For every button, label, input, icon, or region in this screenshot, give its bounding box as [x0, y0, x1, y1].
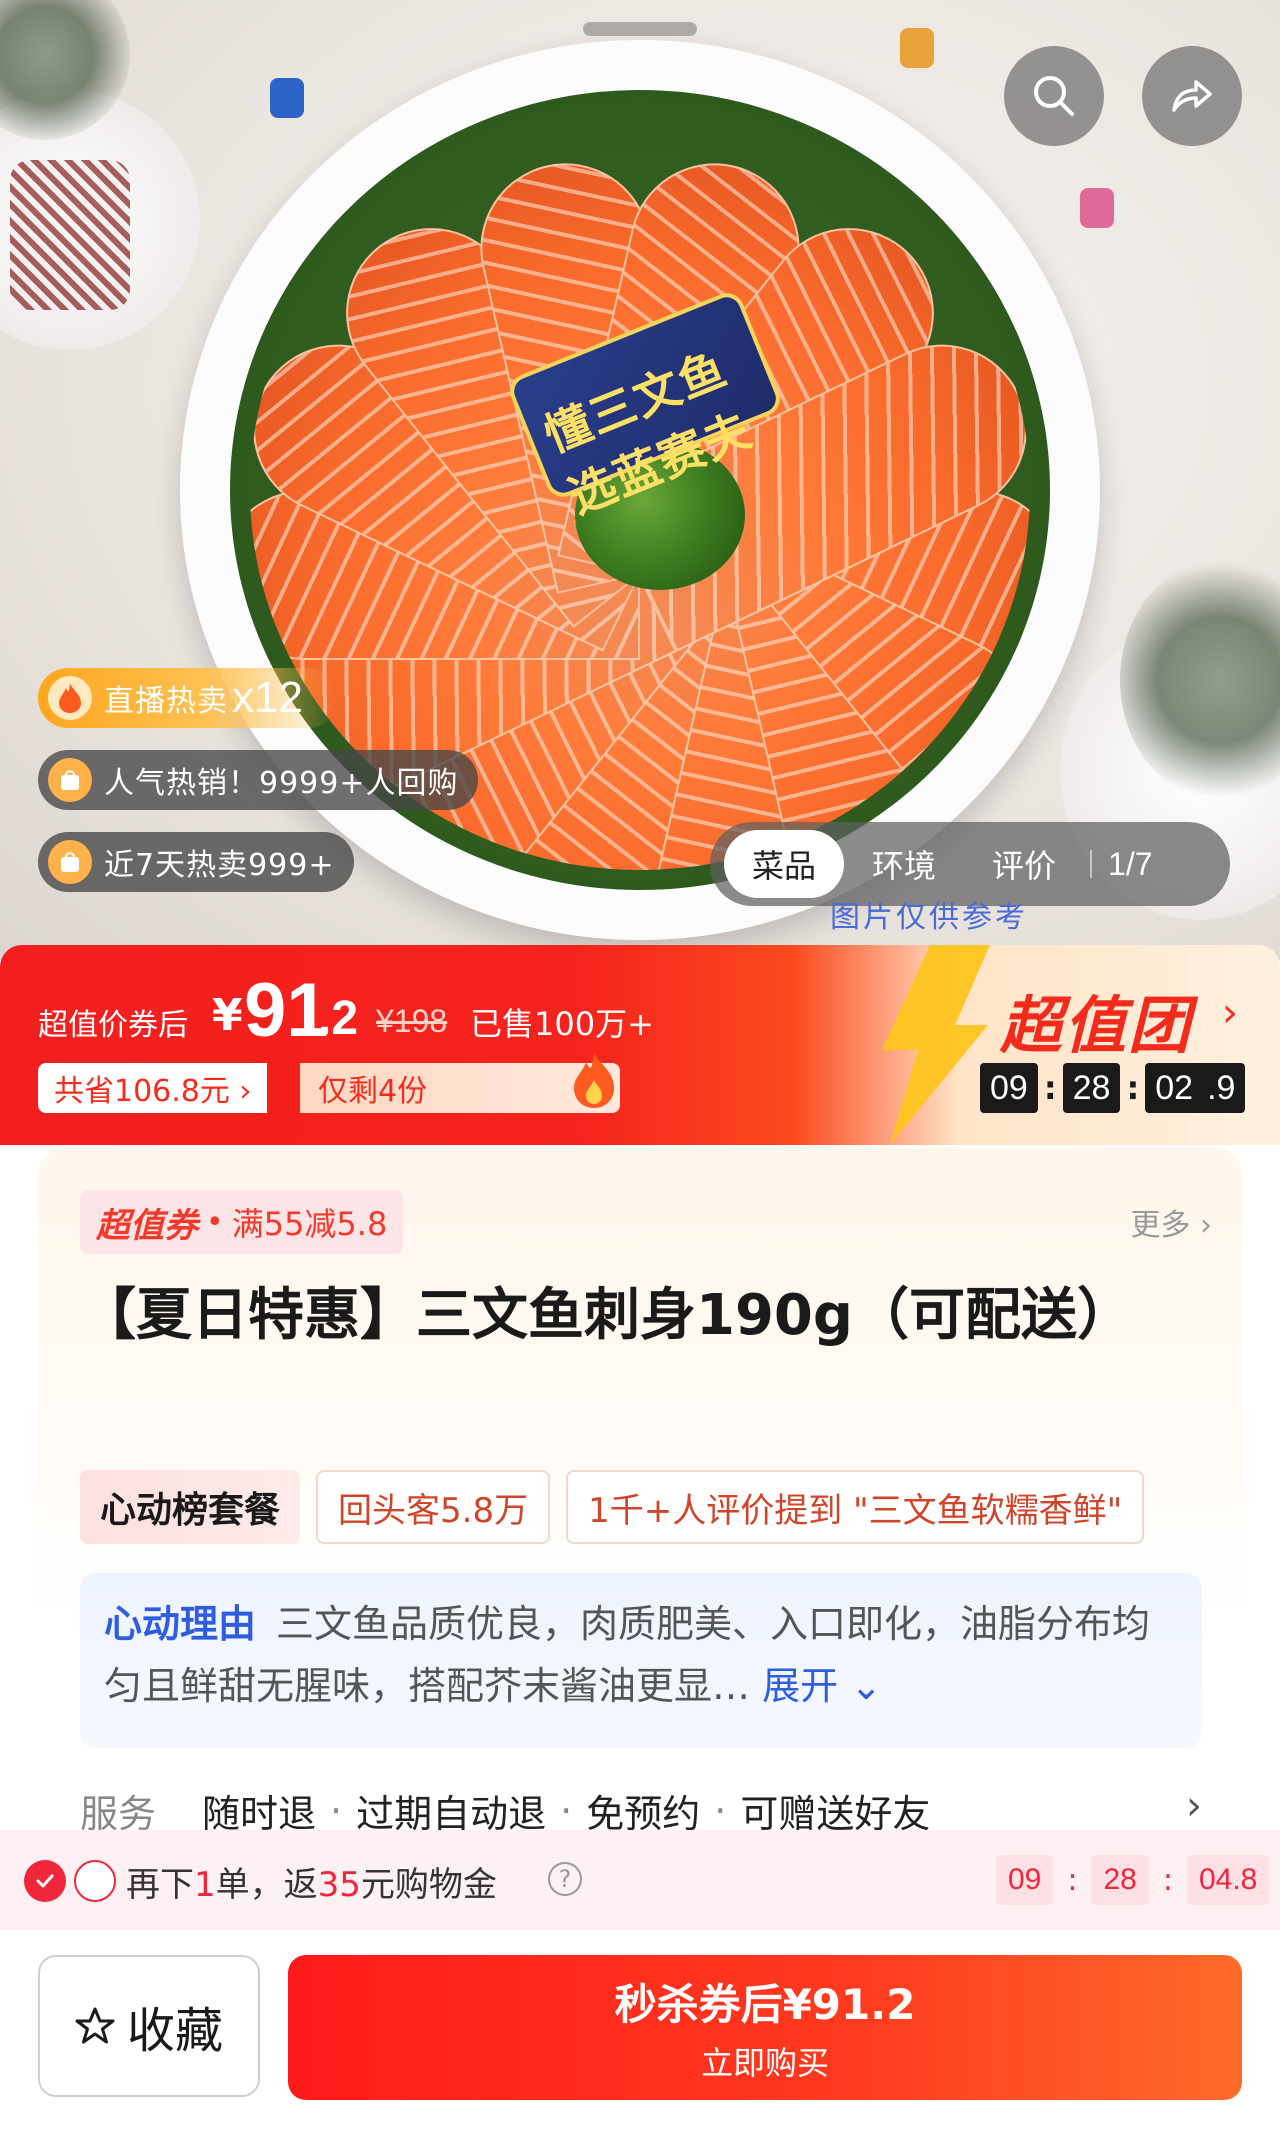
countdown-minutes: 28 — [1091, 1855, 1149, 1905]
reason-box[interactable]: 心动理由 三文鱼品质优良，肉质肥美、入口即化，油脂分布均匀且鲜甜无腥味，搭配芥末酱… — [80, 1573, 1202, 1748]
chevron-right-icon: › — [1186, 1783, 1202, 1829]
countdown-seconds: 02 .9 — [1145, 1063, 1246, 1113]
tab-environment[interactable]: 环境 — [844, 830, 964, 898]
rebate-suffix: 元购物金 — [360, 1865, 497, 1905]
coupon-brand: 超值券 — [96, 1205, 198, 1246]
product-image-gallery[interactable]: 懂三文鱼 选蓝赛夫 直播热卖 x12 人气热销！9999+人回购 近7天热卖99… — [0, 0, 1280, 960]
countdown-separator: : — [1126, 1069, 1140, 1107]
promo-countdown: 09 : 28 : 02 .9 — [980, 1063, 1246, 1113]
shopping-bag-icon — [48, 840, 92, 884]
deal-info-card: 超值券 • 满55减5.8 更多 › 【夏日特惠】三文鱼刺身190g（可配送） … — [38, 1148, 1242, 1836]
tab-dishes[interactable]: 菜品 — [724, 830, 845, 898]
countdown-separator: : — [1162, 1862, 1173, 1898]
chevron-right-icon: › — [1222, 990, 1238, 1036]
currency-symbol: ¥ — [212, 990, 243, 1041]
price-banner: 超值价券后 ¥ 91 .2 ¥198 已售100万+ 共省106.8元 › 仅剩… — [0, 945, 1280, 1145]
watermark — [690, 610, 1020, 680]
check-icon[interactable] — [24, 1860, 66, 1902]
gallery-counter: 1/7 — [1108, 845, 1153, 882]
price-label: 超值价券后 — [38, 1008, 188, 1043]
shopping-bag-icon — [48, 758, 92, 802]
tag-row: 心动榜套餐 回头客5.8万 1千+人评价提到 "三文鱼软糯香鲜" — [80, 1470, 1230, 1544]
expand-link[interactable]: 展开 — [762, 1664, 838, 1708]
countdown-separator: : — [1067, 1862, 1078, 1898]
countdown-hours: 09 — [996, 1855, 1054, 1905]
drag-handle[interactable] — [583, 22, 697, 36]
bottom-action-bar: 收藏 秒杀券后¥91.2 立即购买 — [0, 1930, 1280, 2129]
rebate-amount: 35 — [317, 1865, 361, 1905]
flame-icon — [574, 1052, 614, 1108]
share-icon — [1172, 80, 1212, 112]
unchecked-circle-icon[interactable] — [74, 1860, 116, 1902]
rebate-prefix: 再下 — [126, 1865, 194, 1905]
badge-live-hot: 直播热卖 x12 — [38, 668, 338, 728]
coupon-chip[interactable]: 超值券 • 满55减5.8 — [80, 1190, 404, 1254]
help-icon[interactable]: ? — [548, 1862, 582, 1896]
skier-figure — [270, 78, 304, 118]
favorite-button[interactable]: 收藏 — [38, 1955, 260, 2097]
badge-count: x12 — [232, 673, 303, 722]
buy-now-button[interactable]: 秒杀券后¥91.2 立即购买 — [288, 1955, 1242, 2100]
tab-reviews[interactable]: 评价 — [964, 830, 1084, 898]
coupon-text: 满55减5.8 — [231, 1205, 388, 1243]
price-decimal: .2 — [318, 992, 359, 1045]
reason-label: 心动理由 — [104, 1602, 257, 1646]
product-title: 【夏日特惠】三文鱼刺身190g（可配送） — [80, 1283, 1133, 1348]
rebate-countdown: 09 : 28 : 04.8 — [996, 1855, 1270, 1905]
search-icon — [1034, 76, 1074, 116]
image-disclaimer: 图片仅供参考 — [830, 900, 1028, 935]
badge-text: 近7天热卖999+ — [104, 848, 335, 883]
separator-dot: · — [330, 1788, 343, 1833]
separator-dot: · — [560, 1788, 573, 1833]
tag-review-mention[interactable]: 1千+人评价提到 "三文鱼软糯香鲜" — [566, 1470, 1145, 1544]
star-icon — [75, 2007, 115, 2044]
chevron-down-icon: ⌄ — [838, 1664, 883, 1708]
tag-returning[interactable]: 回头客5.8万 — [316, 1470, 551, 1544]
skier-figure — [900, 28, 934, 68]
lightning-bolt-icon — [882, 945, 990, 1145]
flame-icon — [48, 676, 92, 720]
divider — [1090, 850, 1093, 878]
share-button[interactable] — [1142, 46, 1242, 146]
rebate-text: 再下1单，返35元购物金 — [126, 1857, 497, 1906]
badge-repurchase: 人气热销！9999+人回购 — [38, 750, 479, 810]
promo-title[interactable]: 超值团 — [1000, 975, 1192, 1065]
price-integer: 91 — [244, 968, 329, 1053]
original-price: ¥198 — [376, 1003, 448, 1039]
favorite-label: 收藏 — [126, 2003, 223, 2059]
coupon-dot: • — [206, 1204, 224, 1240]
sold-count: 已售100万+ — [470, 1005, 654, 1043]
rebate-middle: 单，返 — [215, 1865, 318, 1905]
countdown-seconds: 04.8 — [1186, 1855, 1270, 1905]
reason-text: 三文鱼品质优良，肉质肥美、入口即化，油脂分布均匀且鲜甜无腥味，搭配芥末酱油更显… — [104, 1602, 1151, 1708]
countdown-hours: 09 — [980, 1063, 1038, 1113]
tag-rank[interactable]: 心动榜套餐 — [80, 1470, 301, 1544]
savings-link[interactable]: 共省106.8元 › — [38, 1063, 268, 1113]
countdown-tenths: .9 — [1207, 1068, 1236, 1107]
more-coupons-link[interactable]: 更多 › — [1130, 1200, 1212, 1244]
badge-weekly-hot: 近7天热卖999+ — [38, 832, 355, 892]
rebate-count: 1 — [194, 1865, 216, 1905]
badge-text: 人气热销！9999+人回购 — [104, 766, 459, 801]
house-decoration — [10, 160, 130, 310]
countdown-separator: : — [1043, 1069, 1057, 1107]
separator-dot: · — [714, 1788, 727, 1833]
buy-price-label: 秒杀券后¥91.2 — [614, 1980, 916, 2029]
skier-figure — [1080, 188, 1114, 228]
countdown-minutes: 28 — [1062, 1063, 1121, 1113]
search-button[interactable] — [1004, 46, 1104, 146]
buy-now-label: 立即购买 — [700, 2044, 829, 2082]
countdown-seconds-value: 02 — [1155, 1068, 1194, 1107]
badge-text: 直播热卖 — [104, 684, 228, 719]
rebate-strip: 再下1单，返35元购物金 ? 09 : 28 : 04.8 — [0, 1830, 1280, 1930]
